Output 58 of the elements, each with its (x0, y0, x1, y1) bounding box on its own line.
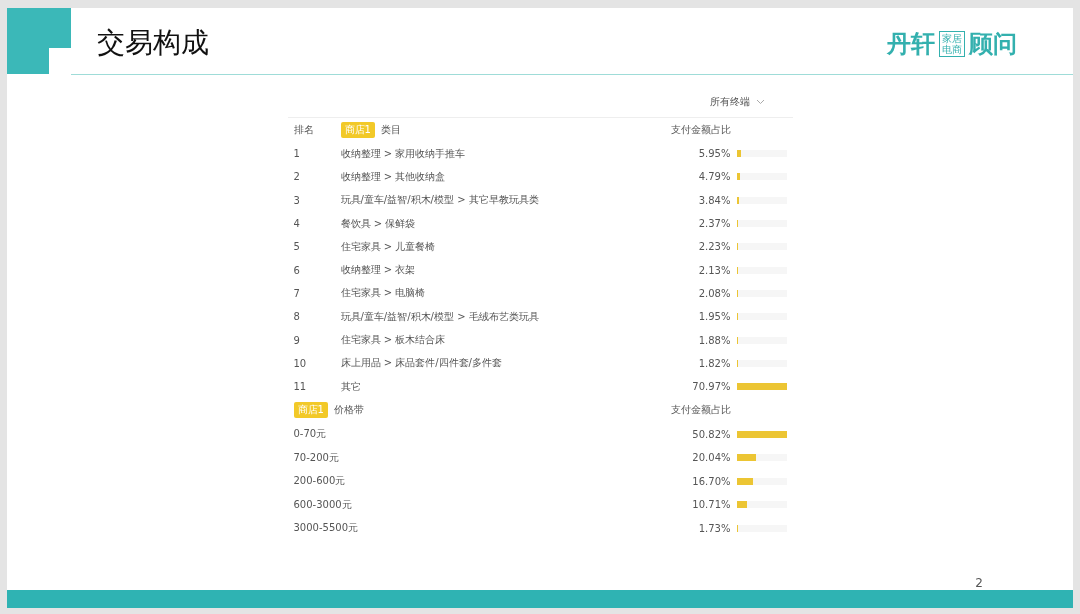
share-cell-text: 2.13% (697, 264, 731, 276)
share-cell-text: 2.37% (697, 218, 731, 230)
category-cell-text: 住宅家具 > 板木结合床 (340, 333, 447, 347)
corner-block-icon (7, 8, 71, 74)
page-number: 2 (975, 576, 983, 590)
store-badge: 商店1 (293, 402, 328, 419)
rank-cell-text: 6 (293, 264, 301, 276)
rank-cell-text: 5 (293, 241, 301, 253)
category-cell-text: 住宅家具 > 儿童餐椅 (340, 239, 437, 254)
share-cell-text: 5.95% (697, 148, 731, 160)
rank-cell-text: 11 (293, 381, 308, 393)
rank-cell-text: 7 (293, 287, 301, 299)
share-cell-text: 1.95% (697, 311, 731, 323)
rank-cell-text: 4 (293, 218, 301, 230)
column-header: 支付金额占比 (669, 123, 731, 137)
category-cell-text: 玩具/童车/益智/积木/模型 > 其它早教玩具类 (340, 193, 540, 208)
logo-text: 丹轩 (887, 29, 935, 60)
rank-cell-text: 2 (293, 171, 301, 183)
terminal-dropdown[interactable]: 所有终端 (709, 95, 793, 109)
share-cell-text: 2.08% (697, 287, 731, 299)
price-range-cell-text: 200-600元 (293, 474, 347, 488)
price-range-cell-text: 600-3000元 (293, 497, 353, 512)
price-range-cell-text: 0-70元 (293, 427, 328, 441)
price-range-cell-text: 3000-5500元 (293, 521, 359, 535)
rank-cell-text: 9 (293, 334, 301, 346)
column-header: 类目 (380, 123, 401, 137)
category-cell-text: 住宅家具 > 电脑椅 (340, 286, 427, 301)
store-badge: 商店1 (340, 122, 375, 138)
share-cell-text: 1.88% (697, 334, 731, 346)
price-range-cell-text: 70-200元 (293, 450, 340, 465)
category-cell-text: 其它 (340, 379, 362, 394)
category-cell-text: 收纳整理 > 其他收纳盒 (340, 169, 447, 184)
category-cell-text: 收纳整理 > 家用收纳手推车 (340, 146, 467, 161)
category-cell-text: 床上用品 > 床品套件/四件套/多件套 (340, 356, 503, 371)
category-cell-text: 餐饮具 > 保鲜袋 (340, 216, 417, 231)
share-cell-text: 70.97% (691, 381, 731, 393)
share-cell-text: 2.23% (697, 241, 731, 253)
share-cell-text: 3.84% (697, 194, 731, 206)
rank-cell-text: 1 (293, 148, 301, 160)
category-cell-text: 玩具/童车/益智/积木/模型 > 毛绒布艺类玩具 (340, 309, 540, 324)
share-cell-text: 1.82% (697, 357, 731, 369)
column-header: 价格带 (333, 403, 364, 418)
category-cell-text: 收纳整理 > 衣架 (340, 263, 417, 278)
share-cell-text: 20.04% (691, 452, 731, 463)
share-cell-text: 16.70% (691, 475, 731, 487)
chevron-down-icon (755, 99, 765, 105)
logo-tag: 家居 电商 (939, 31, 965, 57)
rank-cell-text: 3 (293, 194, 301, 206)
share-cell-text: 1.73% (697, 522, 731, 534)
column-header: 排名 (293, 123, 315, 137)
share-cell-text: 4.79% (697, 171, 731, 183)
rank-cell-text: 10 (293, 357, 308, 369)
share-cell-text: 10.71% (691, 499, 731, 510)
slide-title: 交易构成 (97, 25, 209, 61)
logo-text: 顾问 (969, 29, 1017, 60)
share-cell-text: 50.82% (691, 428, 731, 440)
rank-cell-text: 8 (293, 311, 301, 323)
column-header: 支付金额占比 (669, 403, 731, 418)
